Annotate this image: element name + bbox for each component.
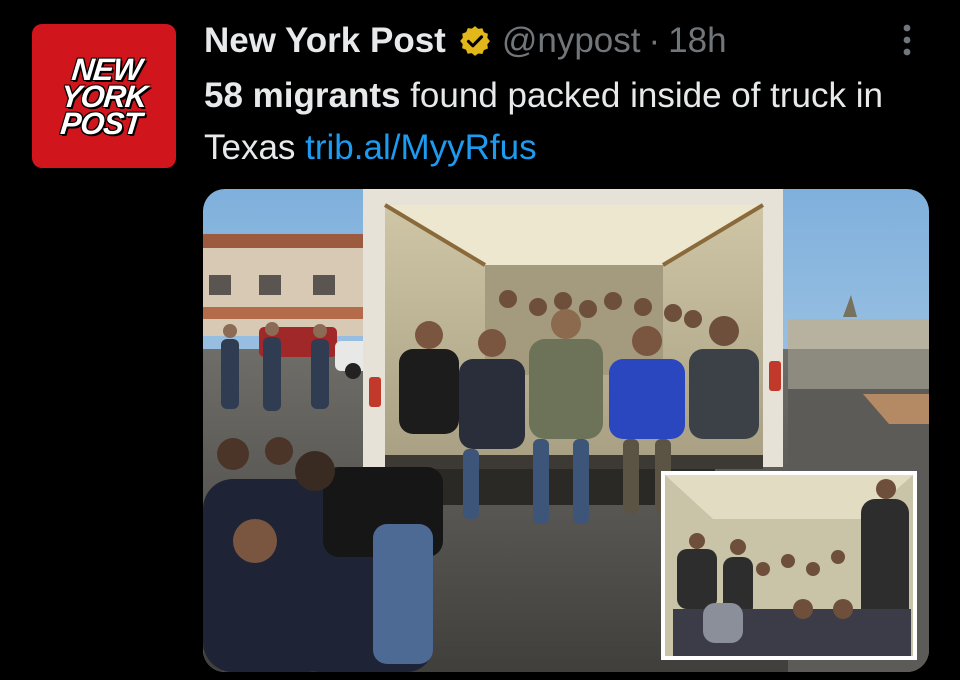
tweet-header: New York Post @nypost · 18h [204, 18, 727, 64]
more-vertical-icon[interactable] [893, 20, 921, 60]
separator: · [648, 21, 661, 60]
logo-line-3: POST [59, 105, 144, 141]
tweet-media-photo[interactable] [203, 189, 929, 672]
tweet-text: 58 migrants found packed inside of truck… [204, 70, 904, 174]
handle[interactable]: @nypost [502, 21, 641, 61]
verified-gold-badge-icon[interactable] [458, 24, 492, 58]
nypost-logo: NEW YORK POST [57, 52, 151, 141]
timestamp[interactable]: 18h [668, 21, 726, 61]
tweet-text-bold: 58 migrants [204, 76, 401, 115]
display-name[interactable]: New York Post [204, 21, 446, 61]
avatar[interactable]: NEW YORK POST [32, 24, 176, 168]
tweet-link[interactable]: trib.al/MyyRfus [305, 128, 536, 167]
migrants-truck-photo [203, 189, 929, 672]
